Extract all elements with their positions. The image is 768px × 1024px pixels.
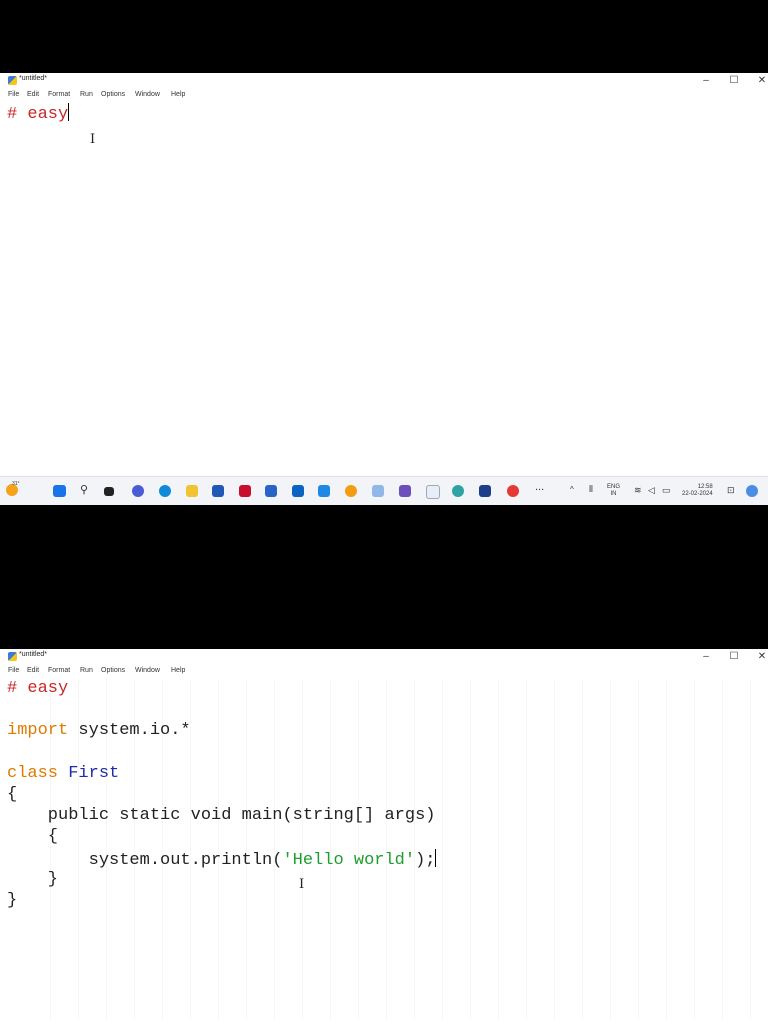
clock-date: 22-02-2024 <box>682 491 713 497</box>
class-name: First <box>58 764 120 783</box>
notification-icon[interactable]: ⊡ <box>727 485 735 496</box>
brace-token: } <box>7 870 59 889</box>
class-keyword: class <box>7 764 59 783</box>
teams-icon[interactable] <box>399 485 411 497</box>
mic-icon[interactable]: ⦀ <box>589 484 593 495</box>
menu-format[interactable]: Format <box>48 667 70 674</box>
chevron-up-icon[interactable]: ^ <box>570 485 574 494</box>
menu-run[interactable]: Run <box>80 667 93 674</box>
app-icon-3[interactable] <box>479 485 491 497</box>
ibeam-cursor-icon: I <box>299 877 305 892</box>
window-title: *untitled* <box>19 651 48 658</box>
clock[interactable]: 12:58 22-02-2024 <box>682 484 713 498</box>
app-icon-2[interactable] <box>452 485 464 497</box>
chrome-icon[interactable] <box>507 485 519 497</box>
file-explorer-icon[interactable] <box>186 485 198 497</box>
mail-icon[interactable] <box>265 485 277 497</box>
code-line-1: # easy <box>7 679 68 699</box>
brace-token: { <box>7 827 59 846</box>
clock-time: 12:58 <box>697 484 713 490</box>
taskbar-overflow[interactable]: ... <box>535 481 544 493</box>
menu-bar: File Edit Format Run Options Window Help <box>0 665 768 679</box>
battery-icon[interactable]: ▭ <box>662 485 671 496</box>
close-button[interactable]: ✕ <box>752 73 768 88</box>
idle-window-screenshot-2: *untitled* – ☐ ✕ File Edit Format Run Op… <box>0 649 768 1024</box>
edge-icon[interactable] <box>159 485 171 497</box>
settings-app-icon[interactable] <box>345 485 357 497</box>
window-title: *untitled* <box>19 75 48 82</box>
close-button[interactable]: ✕ <box>752 649 768 664</box>
import-path: system.io.* <box>68 721 191 740</box>
menu-help[interactable]: Help <box>171 91 185 98</box>
menu-edit[interactable]: Edit <box>27 667 39 674</box>
mcafee-icon[interactable] <box>239 485 251 497</box>
text-caret <box>435 849 437 867</box>
title-bar: *untitled* – ☐ ✕ <box>0 73 768 88</box>
menu-edit[interactable]: Edit <box>27 91 39 98</box>
region-code: IN <box>610 491 617 497</box>
weather-temp: 31° <box>12 481 20 487</box>
comment-token: # easy <box>7 105 69 124</box>
maximize-button[interactable]: ☐ <box>724 73 744 88</box>
string-literal: 'Hello world' <box>282 851 416 870</box>
method-signature: public static void main(string[] args) <box>7 806 436 825</box>
lang-code: ENG <box>607 484 621 490</box>
idle-taskbar-icon[interactable] <box>426 485 440 499</box>
lenovo-app-icon[interactable] <box>212 485 224 497</box>
code-line-5: class First <box>7 764 119 784</box>
title-bar: *untitled* – ☐ ✕ <box>0 649 768 664</box>
start-icon[interactable] <box>53 485 66 497</box>
task-view-icon[interactable] <box>104 487 114 496</box>
code-line-8: { <box>7 827 58 847</box>
comment-token: # easy <box>7 679 69 698</box>
code-line-3: import system.io.* <box>7 721 191 741</box>
idle-app-icon <box>8 652 17 661</box>
language-indicator[interactable]: ENG IN <box>607 484 620 498</box>
print-call: system.out.println( <box>7 851 283 870</box>
menu-bar: File Edit Format Run Options Window Help <box>0 89 768 103</box>
code-line-7: public static void main(string[] args) <box>7 806 436 826</box>
menu-run[interactable]: Run <box>80 91 93 98</box>
code-line-10: } <box>7 870 58 890</box>
code-line-9: system.out.println('Hello world'); <box>7 849 437 871</box>
code-editor[interactable]: # easy I <box>0 102 768 505</box>
code-line-6: { <box>7 785 17 805</box>
menu-options[interactable]: Options <box>101 91 125 98</box>
search-icon[interactable]: ⚲ <box>80 483 88 496</box>
menu-window[interactable]: Window <box>135 667 160 674</box>
maximize-button[interactable]: ☐ <box>724 649 744 664</box>
code-editor[interactable]: # easy import system.io.* class First { … <box>0 678 768 1024</box>
menu-help[interactable]: Help <box>171 667 185 674</box>
idle-app-icon <box>8 76 17 85</box>
minimize-button[interactable]: – <box>696 649 716 664</box>
code-line-11: } <box>7 891 17 911</box>
minimize-button[interactable]: – <box>696 73 716 88</box>
taskbar: 31° ⚲ ... ^ ⦀ ENG IN ≋ ◁ ▭ 12:58 22-02-202… <box>0 476 768 505</box>
ibeam-cursor-icon: I <box>90 132 96 147</box>
app-icon-1[interactable] <box>372 485 384 497</box>
menu-file[interactable]: File <box>8 667 19 674</box>
vscode-icon[interactable] <box>318 485 330 497</box>
brace-token: } <box>7 891 18 910</box>
menu-file[interactable]: File <box>8 91 19 98</box>
idle-window-screenshot-1: *untitled* – ☐ ✕ File Edit Format Run Op… <box>0 73 768 505</box>
brace-token: { <box>7 785 18 804</box>
menu-options[interactable]: Options <box>101 667 125 674</box>
menu-format[interactable]: Format <box>48 91 70 98</box>
chat-icon[interactable] <box>132 485 144 497</box>
wifi-icon[interactable]: ≋ <box>634 485 642 496</box>
print-call-end: ); <box>415 851 436 870</box>
outlook-icon[interactable] <box>292 485 304 497</box>
code-line-1: # easy <box>7 103 70 125</box>
import-keyword: import <box>7 721 69 740</box>
copilot-icon[interactable] <box>746 485 758 497</box>
menu-window[interactable]: Window <box>135 91 160 98</box>
volume-icon[interactable]: ◁ <box>648 485 655 496</box>
text-caret <box>68 103 70 121</box>
